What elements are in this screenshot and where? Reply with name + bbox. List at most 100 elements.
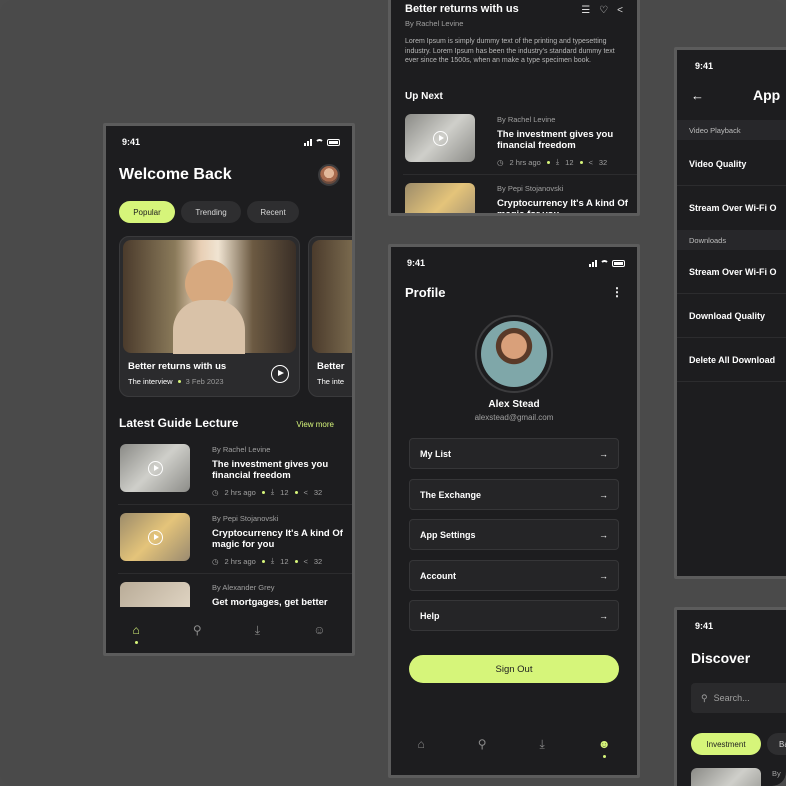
item-author: By Rachel Levine bbox=[497, 115, 556, 124]
item-author: By Pepi Stojanovski bbox=[497, 184, 564, 193]
item-title: The investment gives you financial freed… bbox=[212, 459, 329, 481]
page-title: App bbox=[753, 87, 781, 103]
list-item[interactable]: By Alexander Grey Get mortgages, get bet… bbox=[118, 575, 352, 607]
settings-row[interactable]: Delete All Download bbox=[677, 338, 786, 382]
separator-dot bbox=[177, 380, 181, 383]
home-screen: 9:41 Welcome Back Popular Trending Recen… bbox=[106, 126, 352, 653]
menu-item-the-exchange[interactable]: The Exchange → bbox=[409, 479, 619, 510]
download-icon: ⤓ bbox=[270, 556, 275, 565]
search-bar[interactable]: ⚲ Search... bbox=[691, 683, 786, 713]
status-icons bbox=[589, 259, 625, 267]
tab-trending[interactable]: Trending bbox=[181, 201, 241, 223]
avatar-image bbox=[481, 321, 547, 387]
status-time: 9:41 bbox=[407, 258, 426, 268]
hero-title: Better returns with us bbox=[128, 361, 227, 372]
arrow-right-icon: → bbox=[599, 610, 608, 621]
separator-dot bbox=[294, 559, 298, 563]
more-icon[interactable]: ⋮ bbox=[611, 285, 623, 299]
video-screen-frame: Better returns with us By Rachel Levine … bbox=[388, 0, 640, 216]
status-bar: 9:41 bbox=[407, 257, 625, 269]
hero-card-2[interactable]: Better The inte bbox=[308, 236, 352, 397]
menu-item-label: The Exchange bbox=[420, 489, 482, 500]
settings-row[interactable]: Stream Over Wi-Fi O bbox=[677, 186, 786, 230]
menu-item-help[interactable]: Help → bbox=[409, 600, 619, 631]
search-icon[interactable]: ⚲ bbox=[193, 623, 202, 637]
search-icon[interactable]: ⚲ bbox=[478, 737, 487, 751]
item-author: By bbox=[772, 769, 781, 778]
share-icon[interactable]: < bbox=[617, 5, 623, 16]
settings-screen-frame: 9:41 ← App Video Playback Video Quality … bbox=[674, 47, 786, 579]
video-screen: Better returns with us By Rachel Levine … bbox=[391, 0, 637, 213]
separator-dot bbox=[294, 490, 298, 494]
clock-icon: ◷ bbox=[212, 556, 219, 566]
status-time: 9:41 bbox=[695, 61, 714, 71]
tab-popular[interactable]: Popular bbox=[119, 201, 175, 223]
list-item[interactable]: By Rachel Levine The investment gives yo… bbox=[118, 437, 352, 505]
play-button[interactable] bbox=[271, 365, 289, 383]
chip-second[interactable]: Ba bbox=[767, 733, 786, 755]
list-item[interactable]: By Pepi Stojanovski Cryptocurrency It's … bbox=[118, 506, 352, 574]
download-icon: ⤓ bbox=[555, 157, 560, 166]
profile-email: alexstead@gmail.com bbox=[474, 413, 554, 422]
profile-icon[interactable]: ☻ bbox=[598, 737, 611, 758]
item-author: By Alexander Grey bbox=[212, 583, 275, 592]
share-icon: < bbox=[303, 556, 308, 566]
video-description: Lorem Ipsum is simply dummy text of the … bbox=[405, 38, 615, 64]
section-header: Video Playback bbox=[677, 120, 786, 140]
bottom-nav: ⌂ ⚲ ⤓ ☻ bbox=[391, 721, 637, 767]
settings-row[interactable]: Video Quality bbox=[677, 142, 786, 186]
separator-dot bbox=[261, 490, 265, 494]
hero-card[interactable]: Better returns with us The interview 3 F… bbox=[119, 236, 300, 397]
section-header: Downloads bbox=[677, 230, 786, 250]
list-item[interactable]: By Pepi Stojanovski Cryptocurrency It's … bbox=[403, 176, 637, 213]
clock-icon: ◷ bbox=[497, 157, 504, 167]
battery-icon bbox=[327, 138, 340, 146]
item-title: Cryptocurrency It's A kind Of magic for … bbox=[212, 528, 343, 550]
item-author: By Pepi Stojanovski bbox=[212, 514, 279, 523]
item-shares: 32 bbox=[313, 556, 323, 566]
download-icon[interactable]: ⤓ bbox=[540, 737, 545, 752]
menu-item-account[interactable]: Account → bbox=[409, 560, 619, 591]
status-bar: 9:41 bbox=[122, 136, 340, 148]
menu-item-my-list[interactable]: My List → bbox=[409, 438, 619, 469]
arrow-right-icon: → bbox=[599, 448, 608, 459]
separator-dot bbox=[579, 160, 583, 164]
heart-icon[interactable]: ♡ bbox=[599, 5, 608, 16]
home-icon[interactable]: ⌂ bbox=[133, 623, 140, 644]
arrow-right-icon: → bbox=[599, 489, 608, 500]
battery-icon bbox=[612, 259, 625, 267]
home-icon[interactable]: ⌂ bbox=[418, 737, 425, 751]
wifi-icon bbox=[600, 259, 609, 267]
video-author: By Rachel Levine bbox=[405, 19, 464, 28]
thumbnail bbox=[405, 183, 475, 213]
hero-date: 3 Feb 2023 bbox=[185, 377, 224, 386]
profile-name: Alex Stead bbox=[488, 399, 540, 410]
avatar[interactable] bbox=[318, 164, 340, 186]
list-item[interactable]: By Rachel Levine The investment gives yo… bbox=[403, 107, 637, 175]
settings-row[interactable]: Stream Over Wi-Fi O bbox=[677, 250, 786, 294]
download-icon[interactable]: ⤓ bbox=[255, 623, 260, 638]
list-icon[interactable]: ☰ bbox=[581, 5, 590, 16]
menu-item-app-settings[interactable]: App Settings → bbox=[409, 519, 619, 550]
settings-row[interactable]: Download Quality bbox=[677, 294, 786, 338]
back-arrow-icon[interactable]: ← bbox=[691, 88, 704, 103]
tab-recent[interactable]: Recent bbox=[247, 201, 299, 223]
sign-out-button[interactable]: Sign Out bbox=[409, 655, 619, 683]
avatar[interactable] bbox=[475, 315, 553, 393]
item-title: The investment gives you financial freed… bbox=[497, 129, 614, 151]
up-next-title: Up Next bbox=[405, 91, 443, 102]
item-time: 2 hrs ago bbox=[224, 487, 256, 497]
profile-icon[interactable]: ☺ bbox=[313, 623, 325, 637]
thumbnail bbox=[120, 582, 190, 607]
search-icon: ⚲ bbox=[701, 692, 708, 703]
thumbnail bbox=[405, 114, 475, 162]
menu-item-label: App Settings bbox=[420, 529, 476, 540]
item-meta: ◷ 2 hrs ago ⤓ 12 <32 bbox=[497, 157, 607, 167]
item-downloads: 12 bbox=[280, 487, 289, 497]
page-title: Profile bbox=[405, 285, 446, 300]
page-title: Welcome Back bbox=[119, 166, 232, 183]
hero2-subtitle: The inte bbox=[317, 377, 345, 386]
signal-icon bbox=[589, 259, 597, 267]
view-more-link[interactable]: View more bbox=[296, 420, 334, 429]
chip-investment[interactable]: Investment bbox=[691, 733, 761, 755]
